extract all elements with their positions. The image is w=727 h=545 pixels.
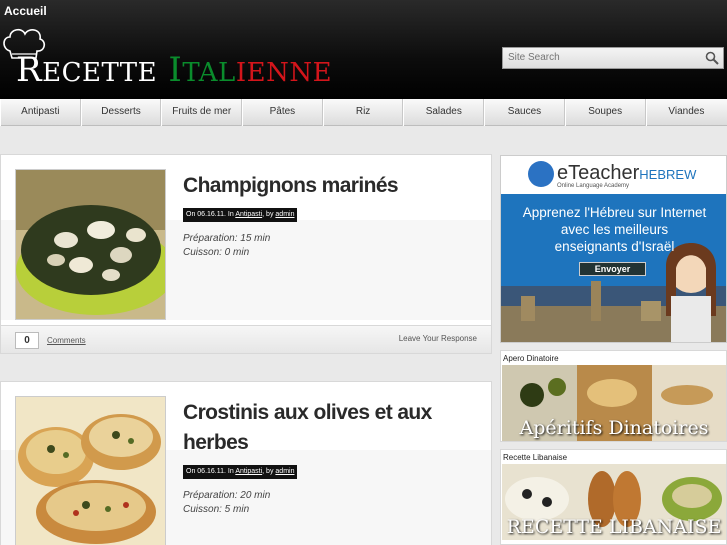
author-link[interactable]: admin xyxy=(275,211,294,218)
nav-item-salades[interactable]: Salades xyxy=(403,99,485,126)
author-link[interactable]: admin xyxy=(275,468,294,475)
post-meta: On 06.16.11. In Antipasti, by admin xyxy=(183,208,298,222)
widget-banner[interactable]: Apéritifs Dinatoires xyxy=(502,365,726,441)
site-header: Accueil RECETTE ITALIENNE xyxy=(0,0,727,99)
widget-caption: Apéritifs Dinatoires xyxy=(519,417,709,439)
ad-brand: eTeacherHEBREW xyxy=(557,162,697,184)
crostini-image xyxy=(16,397,165,545)
cook-time: Cuisson: 5 min xyxy=(183,504,250,515)
post-card: Crostinis aux olives et aux herbes On 06… xyxy=(0,381,492,545)
category-link[interactable]: Antipasti xyxy=(235,211,262,218)
comment-count-badge: 0 xyxy=(15,332,39,349)
leave-response-link[interactable]: Leave Your Response xyxy=(399,334,477,343)
nav-item-soupes[interactable]: Soupes xyxy=(564,99,646,126)
post-footer: 0 Comments Leave Your Response xyxy=(1,325,491,353)
widget-title: Apero Dinatoire xyxy=(503,354,559,363)
ad-send-button[interactable]: Envoyer xyxy=(579,262,646,276)
site-logo[interactable]: RECETTE ITALIENNE xyxy=(16,50,332,90)
nav-item-pates[interactable]: Pâtes xyxy=(242,99,323,126)
site-search xyxy=(502,47,724,69)
post-thumbnail[interactable] xyxy=(15,169,166,320)
widget-recette-libanaise: Recette Libanaise RECETTE LIBANAISE xyxy=(500,449,727,545)
post-meta: On 06.16.11. In Antipasti, by admin xyxy=(183,465,298,479)
widget-title: Recette Libanaise xyxy=(503,453,568,462)
eteacher-ad-banner[interactable]: eTeacherHEBREW Online Language Academy A… xyxy=(500,155,727,343)
search-icon[interactable] xyxy=(705,51,719,65)
search-input[interactable] xyxy=(508,52,698,63)
comments-link[interactable]: Comments xyxy=(47,336,86,345)
home-link[interactable]: Accueil xyxy=(4,4,47,18)
widget-banner[interactable]: RECETTE LIBANAISE xyxy=(502,464,726,540)
widget-apero-dinatoire: Apero Dinatoire Apéritifs Dinatoires xyxy=(500,350,727,442)
post-title[interactable]: Champignons marinés xyxy=(183,171,473,201)
nav-item-fruits-de-mer[interactable]: Fruits de mer xyxy=(161,99,243,126)
prep-time: Préparation: 15 min xyxy=(183,233,271,244)
post-card: Champignons marinés On 06.16.11. In Anti… xyxy=(0,154,492,354)
category-nav: Antipasti Desserts Fruits de mer Pâtes R… xyxy=(0,99,727,126)
nav-item-sauces[interactable]: Sauces xyxy=(484,99,565,126)
prep-time: Préparation: 20 min xyxy=(183,490,271,501)
mushroom-salad-image xyxy=(16,170,165,319)
nav-item-desserts[interactable]: Desserts xyxy=(80,99,162,126)
ad-tagline: Online Language Academy xyxy=(557,183,630,189)
post-title[interactable]: Crostinis aux olives et aux herbes xyxy=(183,398,473,458)
category-link[interactable]: Antipasti xyxy=(235,468,262,475)
nav-item-riz[interactable]: Riz xyxy=(322,99,404,126)
post-thumbnail[interactable] xyxy=(15,396,166,545)
widget-caption: RECETTE LIBANAISE xyxy=(506,516,722,538)
nav-item-viandes[interactable]: Viandes xyxy=(645,99,727,126)
cook-time: Cuisson: 0 min xyxy=(183,247,250,258)
ad-headline: Apprenez l'Hébreu sur Internet avec les … xyxy=(522,205,707,254)
nav-item-antipasti[interactable]: Antipasti xyxy=(0,99,81,126)
